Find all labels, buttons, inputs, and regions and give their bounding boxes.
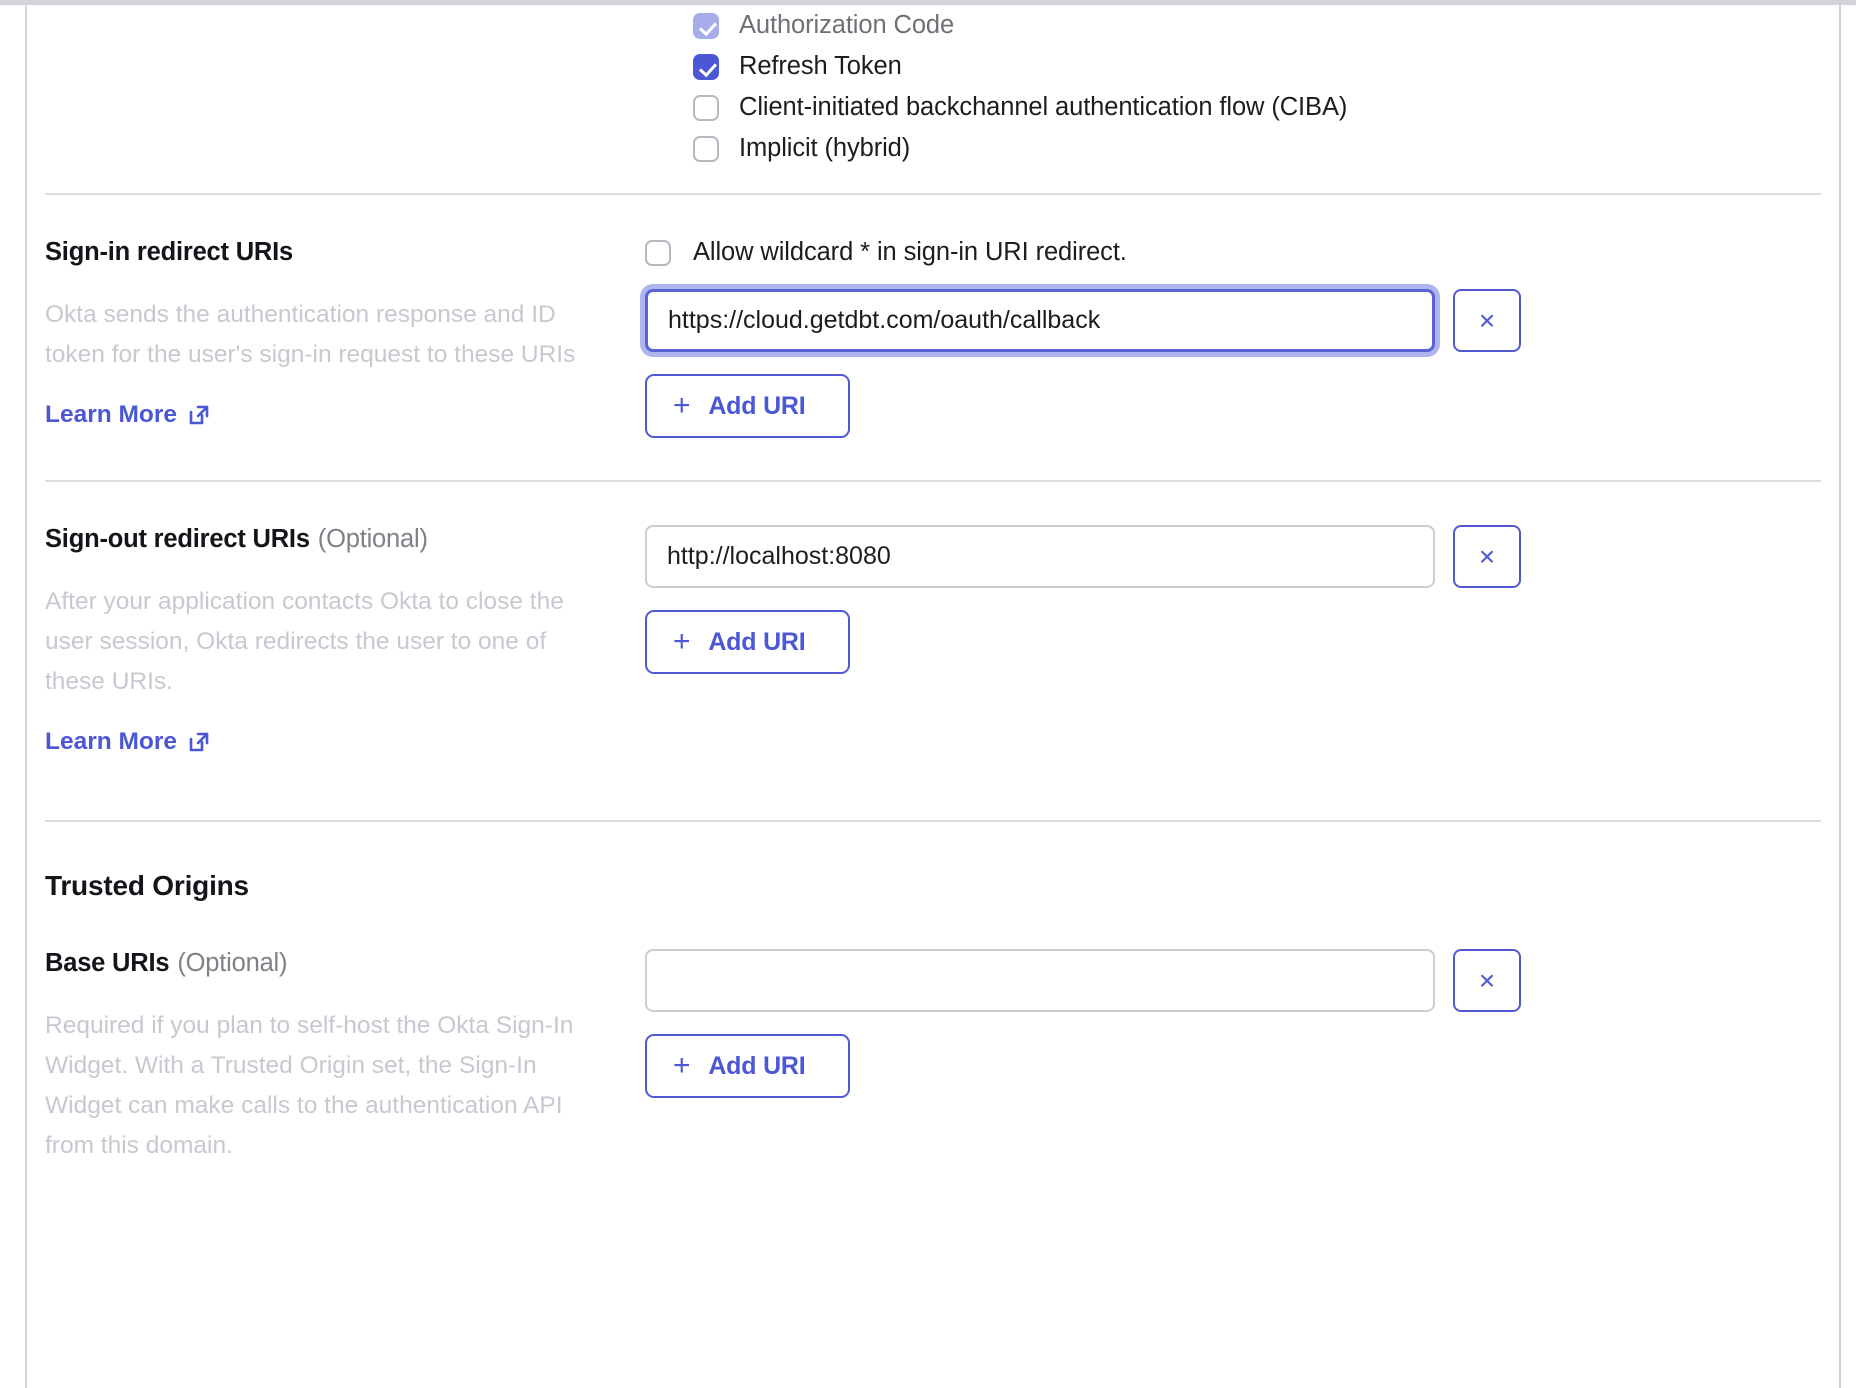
base-uris-optional-tag: (Optional) [177, 949, 287, 977]
checkbox-refresh-token[interactable] [693, 54, 719, 80]
add-uri-label: Add URI [708, 392, 805, 421]
plus-icon: + [673, 1051, 690, 1081]
base-uri-input[interactable] [645, 949, 1435, 1012]
learn-more-label: Learn More [45, 728, 177, 756]
grant-type-label: Refresh Token [739, 52, 902, 81]
add-uri-label: Add URI [708, 1052, 805, 1081]
base-uris-info: Base URIs (Optional) Required if you plan… [45, 949, 645, 1166]
grant-type-label: Authorization Code [739, 11, 954, 40]
sign-out-redirect-uris-title: Sign-out redirect URIs (Optional) [45, 525, 615, 554]
sign-in-learn-more-link[interactable]: Learn More [45, 401, 211, 429]
external-link-icon [187, 730, 211, 754]
checkbox-ciba[interactable] [693, 95, 719, 121]
checkbox-authorization-code [693, 13, 719, 39]
sign-in-redirect-uris-info: Sign-in redirect URIs Okta sends the aut… [45, 238, 645, 429]
sign-in-uri-input-row: × [645, 289, 1821, 352]
grant-types-list: Authorization Code Refresh Token Client-… [693, 5, 1821, 169]
grant-type-row-implicit-hybrid[interactable]: Implicit (hybrid) [693, 128, 1821, 169]
add-uri-label: Add URI [708, 628, 805, 657]
plus-icon: + [673, 391, 690, 421]
add-sign-out-uri-button[interactable]: + Add URI [645, 610, 850, 674]
grant-type-row-ciba[interactable]: Client-initiated backchannel authenticat… [693, 87, 1821, 128]
base-uris-controls: × + Add URI [645, 949, 1821, 1098]
grant-type-row-authorization-code[interactable]: Authorization Code [693, 5, 1821, 46]
sign-in-redirect-uris-controls: Allow wildcard * in sign-in URI redirect… [645, 238, 1821, 438]
sign-out-uri-input-row: × [645, 525, 1821, 588]
trusted-origins-section: Trusted Origins Base URIs (Optional) Requ… [45, 822, 1821, 1166]
learn-more-label: Learn More [45, 401, 177, 429]
remove-sign-in-uri-button[interactable]: × [1453, 289, 1521, 352]
grant-type-label: Implicit (hybrid) [739, 134, 910, 163]
base-uris-title-text: Base URIs [45, 949, 169, 977]
sign-out-redirect-uris-info: Sign-out redirect URIs (Optional) After y… [45, 525, 645, 756]
allow-wildcard-row[interactable]: Allow wildcard * in sign-in URI redirect… [645, 238, 1821, 267]
external-link-icon [187, 403, 211, 427]
base-uris-description: Required if you plan to self-host the Ok… [45, 1006, 605, 1166]
sign-out-redirect-uris-section: Sign-out redirect URIs (Optional) After y… [45, 482, 1821, 756]
remove-sign-out-uri-button[interactable]: × [1453, 525, 1521, 588]
sign-in-redirect-uris-description: Okta sends the authentication response a… [45, 295, 605, 375]
grant-type-row-refresh-token[interactable]: Refresh Token [693, 46, 1821, 87]
settings-sheet: Authorization Code Refresh Token Client-… [27, 5, 1839, 1388]
sign-in-redirect-uri-input[interactable] [645, 289, 1435, 352]
sign-in-redirect-uris-title: Sign-in redirect URIs [45, 238, 615, 267]
base-uris-row: Base URIs (Optional) Required if you plan… [45, 902, 1821, 1166]
sign-out-title-text: Sign-out redirect URIs [45, 525, 310, 553]
base-uris-title: Base URIs (Optional) [45, 949, 615, 978]
plus-icon: + [673, 627, 690, 657]
app-settings-screen: Authorization Code Refresh Token Client-… [0, 0, 1856, 1388]
checkbox-implicit-hybrid[interactable] [693, 136, 719, 162]
base-uri-input-row: × [645, 949, 1821, 1012]
sign-out-redirect-uri-input[interactable] [645, 525, 1435, 588]
add-sign-in-uri-button[interactable]: + Add URI [645, 374, 850, 438]
trusted-origins-heading: Trusted Origins [45, 870, 1821, 902]
sign-out-learn-more-link[interactable]: Learn More [45, 728, 211, 756]
grant-type-label: Client-initiated backchannel authenticat… [739, 93, 1347, 122]
remove-base-uri-button[interactable]: × [1453, 949, 1521, 1012]
sign-out-optional-tag: (Optional) [318, 525, 428, 553]
window-right-edge [1839, 0, 1841, 1388]
sign-out-redirect-uris-controls: × + Add URI [645, 525, 1821, 674]
allow-wildcard-label: Allow wildcard * in sign-in URI redirect… [693, 238, 1127, 267]
add-base-uri-button[interactable]: + Add URI [645, 1034, 850, 1098]
checkbox-allow-wildcard[interactable] [645, 240, 671, 266]
sign-in-redirect-uris-section: Sign-in redirect URIs Okta sends the aut… [45, 195, 1821, 438]
sign-out-redirect-uris-description: After your application contacts Okta to … [45, 582, 605, 702]
